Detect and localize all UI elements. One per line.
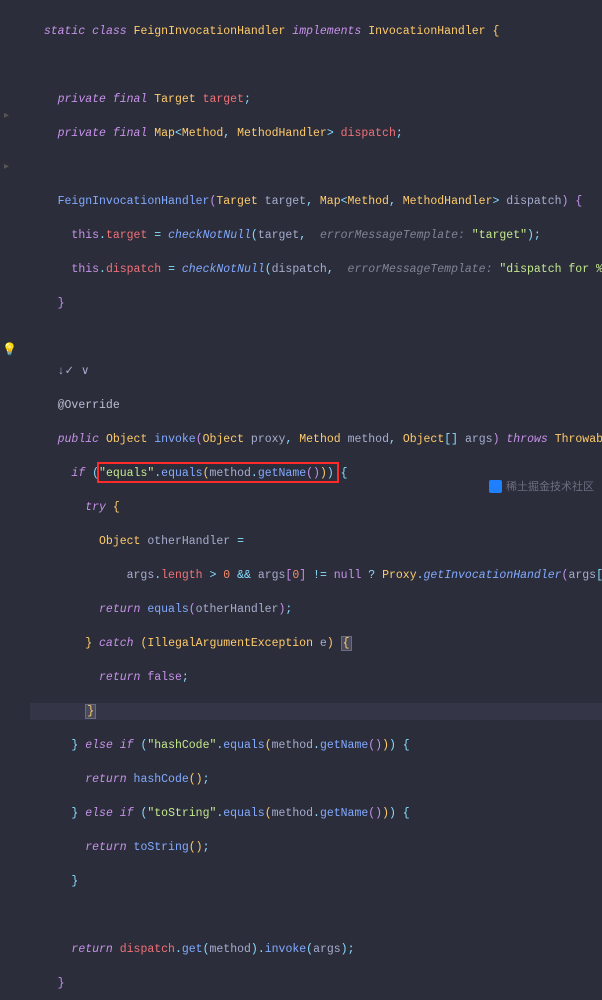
watermark: 稀土掘金技术社区 bbox=[489, 478, 594, 494]
watermark-text: 稀土掘金技术社区 bbox=[506, 478, 594, 494]
juejin-logo-icon bbox=[489, 480, 502, 493]
code-editor[interactable]: ▸ ▸ 💡 static class FeignInvocationHandle… bbox=[0, 0, 602, 1000]
gutter: ▸ ▸ 💡 bbox=[0, 6, 24, 496]
fold-marker[interactable]: ▸ bbox=[4, 108, 9, 125]
intention-bulb-icon[interactable]: 💡 bbox=[2, 342, 17, 359]
fold-marker[interactable]: ▸ bbox=[4, 159, 9, 176]
code-content: static class FeignInvocationHandler impl… bbox=[30, 6, 602, 1000]
